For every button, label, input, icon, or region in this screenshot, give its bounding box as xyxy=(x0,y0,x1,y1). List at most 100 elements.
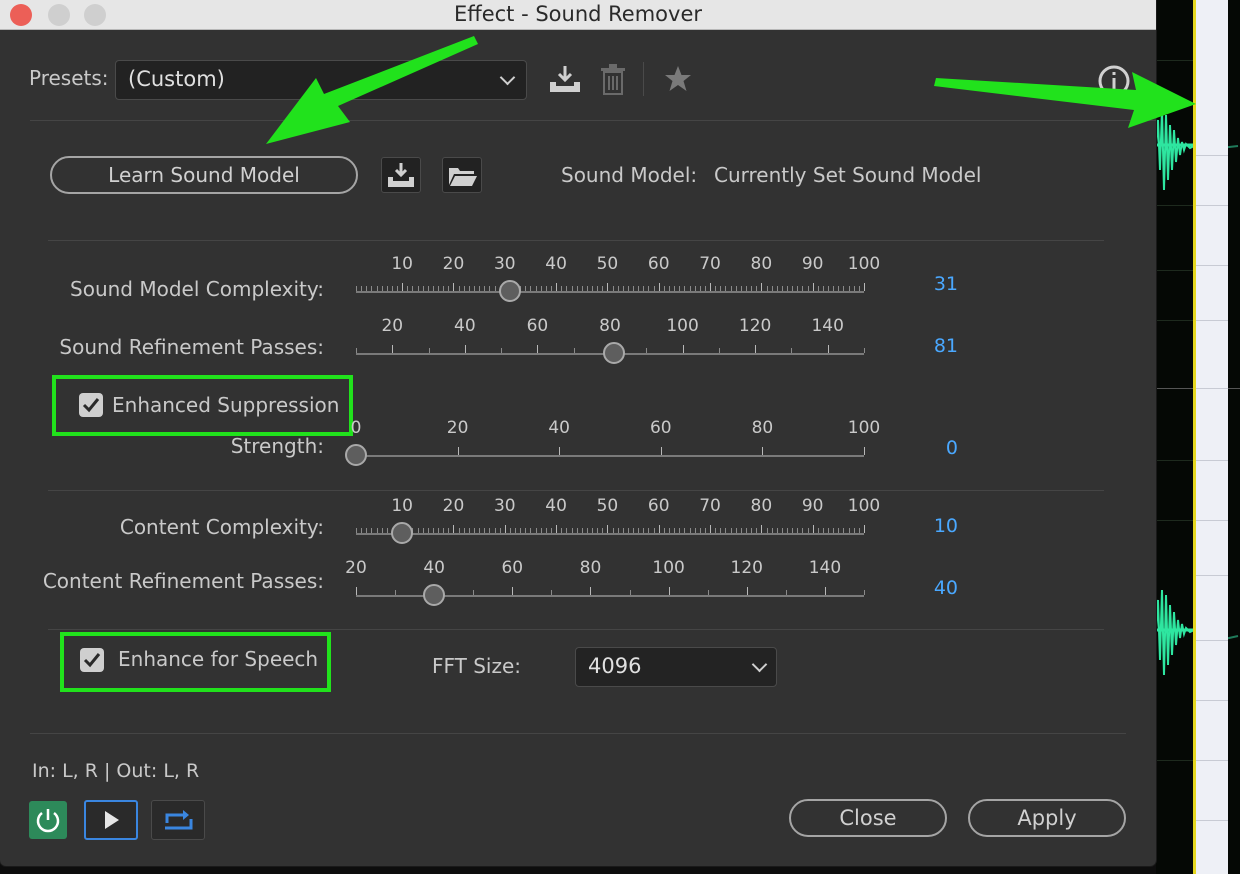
save-sound-model-button[interactable] xyxy=(381,157,421,193)
sound-model-label: Sound Model: xyxy=(561,163,698,187)
slider-tick xyxy=(550,286,552,291)
strength-slider[interactable]: 0 20 40 60 80 100 xyxy=(345,418,880,468)
sound-model-complexity-value[interactable]: 31 xyxy=(888,273,958,295)
slider-tick-label: 70 xyxy=(699,496,721,516)
fft-size-value: 4096 xyxy=(588,654,642,678)
slider-tick xyxy=(858,286,860,291)
slider-tick xyxy=(494,286,496,291)
slider-tick xyxy=(417,286,419,291)
slider-tick xyxy=(797,528,799,533)
slider-track[interactable] xyxy=(356,455,864,457)
slider-tick xyxy=(453,283,455,291)
separator xyxy=(30,120,1156,121)
slider-tick xyxy=(730,286,732,291)
sound-refinement-passes-slider[interactable]: 20 40 60 80 100 120 140 xyxy=(356,316,865,366)
slider-tick xyxy=(740,528,742,533)
favorite-star-icon[interactable] xyxy=(664,65,692,93)
loop-playback-button[interactable] xyxy=(151,800,205,840)
slider-knob[interactable] xyxy=(602,342,625,364)
slider-tick xyxy=(458,286,460,291)
slider-tick xyxy=(556,525,558,533)
apply-button[interactable]: Apply xyxy=(968,799,1126,837)
slider-tick xyxy=(612,286,614,291)
slider-tick xyxy=(525,286,527,291)
slider-tick xyxy=(602,286,604,291)
slider-tick xyxy=(853,528,855,533)
slider-tick-label: 20 xyxy=(381,316,404,336)
slider-tick xyxy=(766,528,768,533)
slider-tick xyxy=(762,447,764,455)
slider-tick xyxy=(653,528,655,533)
save-preset-icon[interactable] xyxy=(548,64,582,94)
content-complexity-slider[interactable]: 10 20 30 40 50 60 70 80 90 100 xyxy=(356,496,880,546)
slider-tick xyxy=(573,348,575,353)
slider-tick xyxy=(629,590,631,595)
close-button[interactable]: Close xyxy=(789,799,947,837)
slider-tick xyxy=(356,348,357,353)
info-icon[interactable] xyxy=(1097,64,1131,98)
slider-tick xyxy=(427,528,429,533)
slider-tick xyxy=(448,286,450,291)
open-sound-model-button[interactable] xyxy=(442,157,482,193)
slider-tick xyxy=(612,528,614,533)
fft-size-dropdown[interactable]: 4096 xyxy=(575,647,777,687)
slider-tick xyxy=(422,286,424,291)
slider-knob[interactable] xyxy=(498,280,521,302)
slider-tick xyxy=(781,286,783,291)
power-icon xyxy=(36,809,60,833)
slider-tick xyxy=(648,286,650,291)
side-panel xyxy=(1196,0,1228,874)
slider-tick xyxy=(607,283,609,291)
learn-sound-model-button[interactable]: Learn Sound Model xyxy=(50,156,358,194)
slider-tick xyxy=(684,286,686,291)
content-refinement-passes-slider[interactable]: 20 40 60 80 100 120 140 xyxy=(345,558,865,608)
slider-knob[interactable] xyxy=(423,584,446,606)
strength-label: Strength: xyxy=(230,434,324,458)
slider-tick xyxy=(361,528,363,533)
play-preview-button[interactable] xyxy=(84,800,138,840)
presets-value: (Custom) xyxy=(128,67,225,91)
slider-tick-label: 80 xyxy=(579,558,602,578)
slider-tick xyxy=(725,286,727,291)
strength-value[interactable]: 0 xyxy=(888,437,958,459)
content-complexity-value[interactable]: 10 xyxy=(888,515,958,537)
slider-tick xyxy=(530,286,532,291)
slider-tick xyxy=(356,528,357,533)
slider-tick xyxy=(501,348,503,353)
slider-tick xyxy=(663,286,665,291)
slider-tick xyxy=(864,447,865,455)
slider-tick-label: 40 xyxy=(454,316,476,336)
slider-tick-label: 0 xyxy=(350,418,362,438)
slider-knob[interactable] xyxy=(391,522,414,544)
sound-model-complexity-slider[interactable]: 10 20 30 40 50 60 70 80 90 100 xyxy=(356,254,880,304)
slider-track[interactable] xyxy=(356,291,864,293)
slider-tick xyxy=(407,286,409,291)
slider-tick xyxy=(684,528,686,533)
slider-tick-label: 80 xyxy=(750,254,773,274)
delete-preset-icon[interactable] xyxy=(600,64,626,96)
slider-tick xyxy=(499,528,501,533)
sound-model-complexity-label: Sound Model Complexity: xyxy=(70,277,324,301)
slider-tick xyxy=(545,528,547,533)
slider-tick xyxy=(427,286,429,291)
slider-tick xyxy=(668,587,670,595)
presets-dropdown[interactable]: (Custom) xyxy=(115,60,527,100)
power-toggle-button[interactable] xyxy=(29,801,67,839)
slider-tick xyxy=(843,286,845,291)
sound-refinement-passes-value[interactable]: 81 xyxy=(888,335,958,357)
slider-tick xyxy=(371,286,373,291)
slider-tick xyxy=(643,528,645,533)
content-refinement-passes-value[interactable]: 40 xyxy=(888,577,958,599)
slider-tick xyxy=(771,286,773,291)
separator xyxy=(48,240,1104,241)
slider-track[interactable] xyxy=(356,533,864,535)
slider-tick xyxy=(458,528,460,533)
slider-tick xyxy=(740,286,742,291)
slider-tick xyxy=(822,528,824,533)
slider-tick xyxy=(540,528,542,533)
slider-tick xyxy=(602,528,604,533)
slider-tick xyxy=(356,286,357,291)
slider-tick xyxy=(366,286,368,291)
slider-tick-label: 100 xyxy=(847,418,881,438)
slider-knob[interactable] xyxy=(345,444,367,466)
